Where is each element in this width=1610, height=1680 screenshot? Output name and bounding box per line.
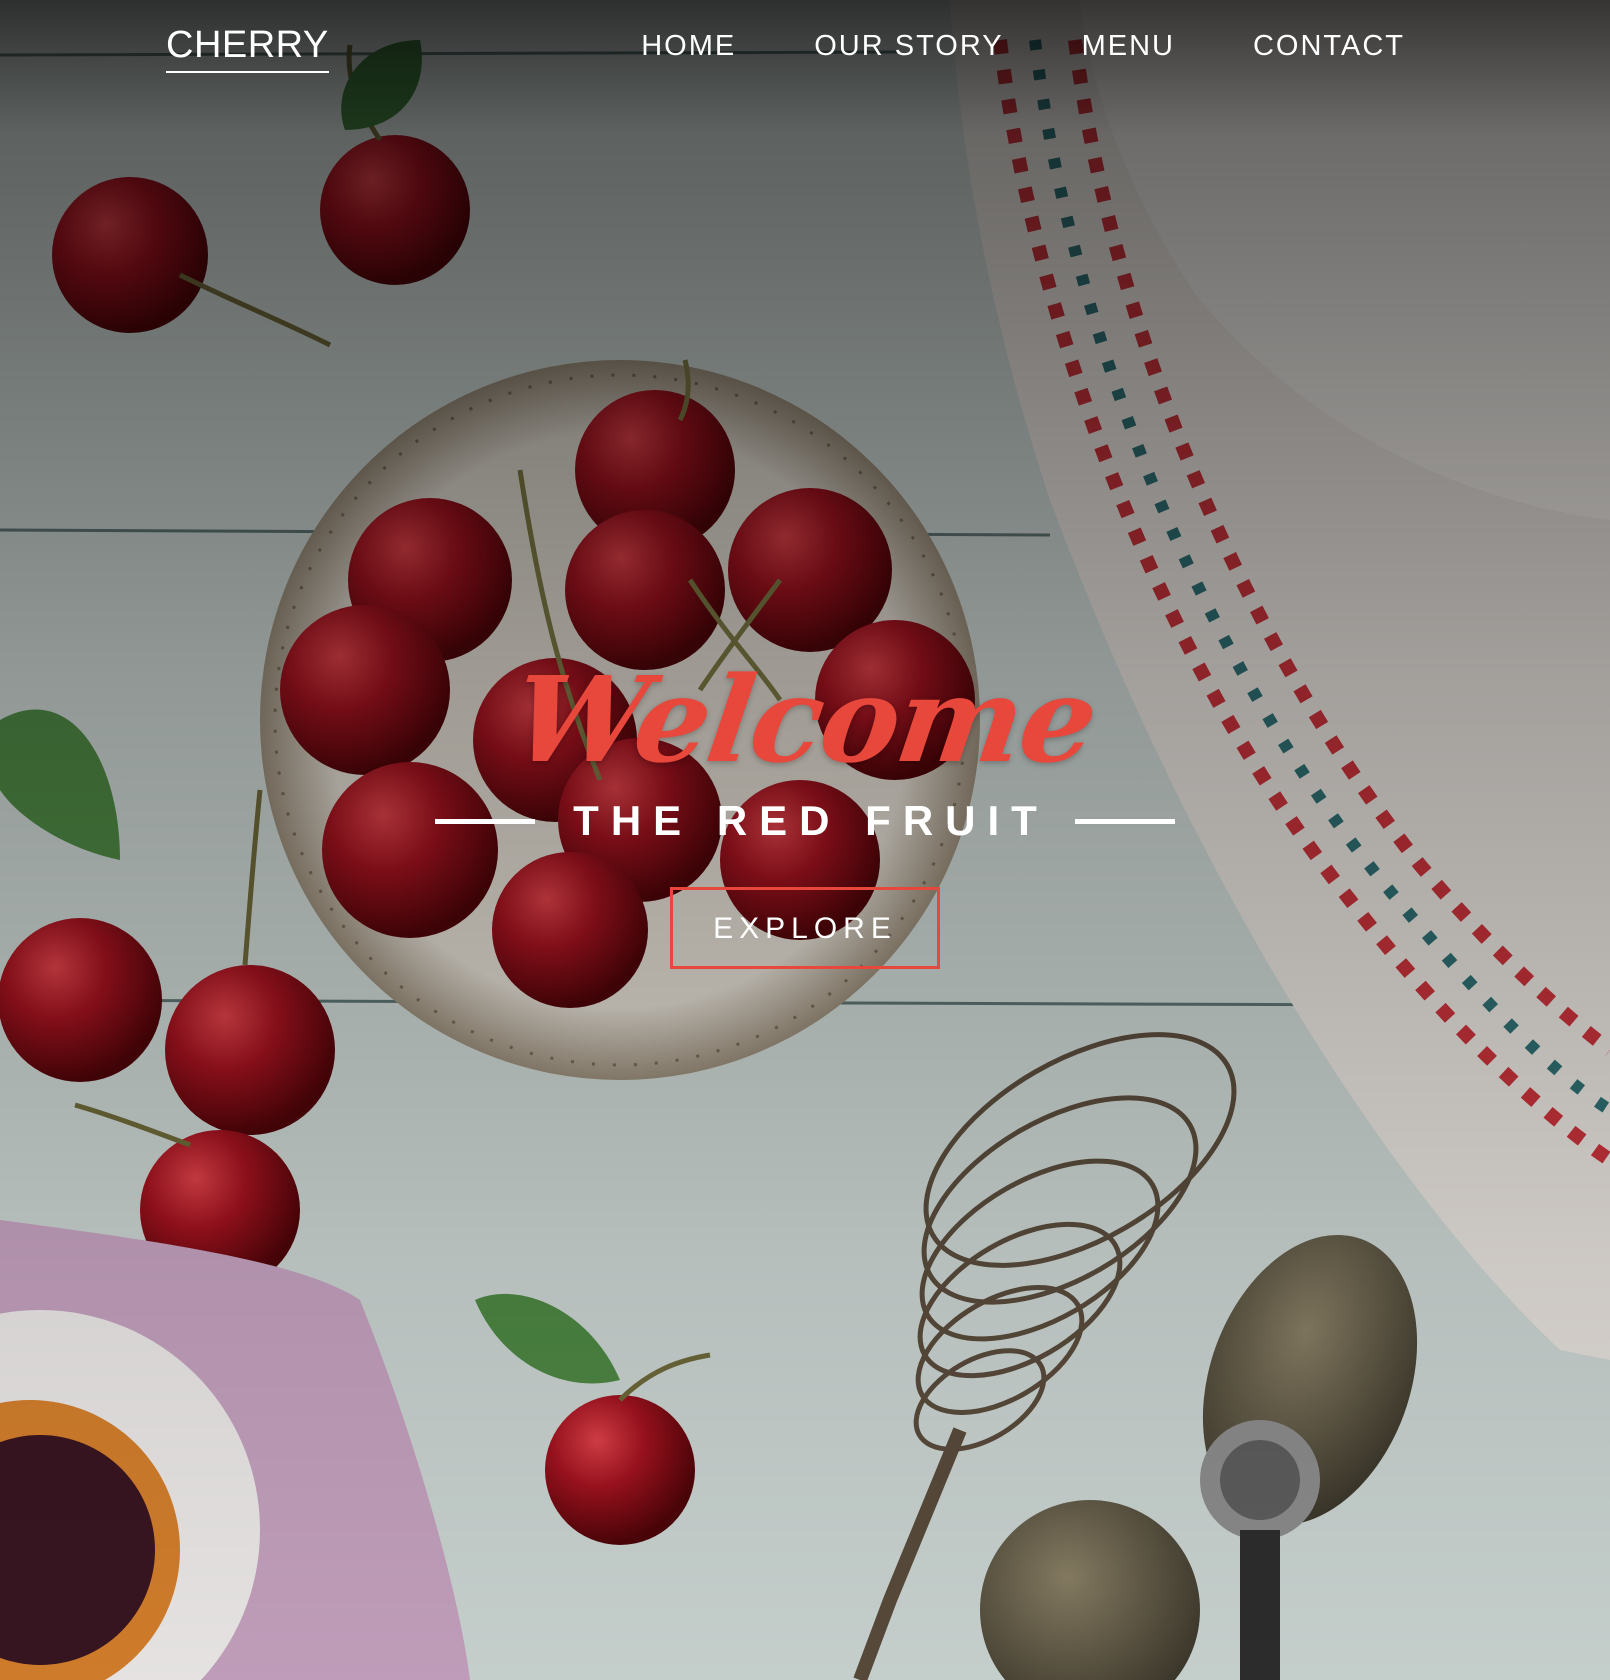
welcome-heading: Welcome [505, 650, 1105, 789]
explore-button[interactable]: EXPLORE [670, 887, 940, 969]
nav-our-story[interactable]: OUR STORY [814, 30, 1003, 63]
subtitle-rule-right [1074, 818, 1175, 824]
hero-section: Welcome THE RED FRUIT EXPLORE [0, 650, 1610, 969]
hero-subtitle: THE RED FRUIT [573, 797, 1049, 844]
nav-contact[interactable]: CONTACT [1253, 30, 1405, 63]
top-navbar: CHERRY HOME OUR STORY MENU CONTACT [0, 0, 1610, 110]
subtitle-rule-left [435, 818, 536, 824]
nav-menu[interactable]: MENU [1082, 30, 1175, 63]
nav-home[interactable]: HOME [641, 30, 736, 63]
subtitle-row: THE RED FRUIT [0, 797, 1610, 845]
nav-links: HOME OUR STORY MENU CONTACT [563, 30, 1405, 63]
brand-logo[interactable]: CHERRY [166, 24, 329, 73]
